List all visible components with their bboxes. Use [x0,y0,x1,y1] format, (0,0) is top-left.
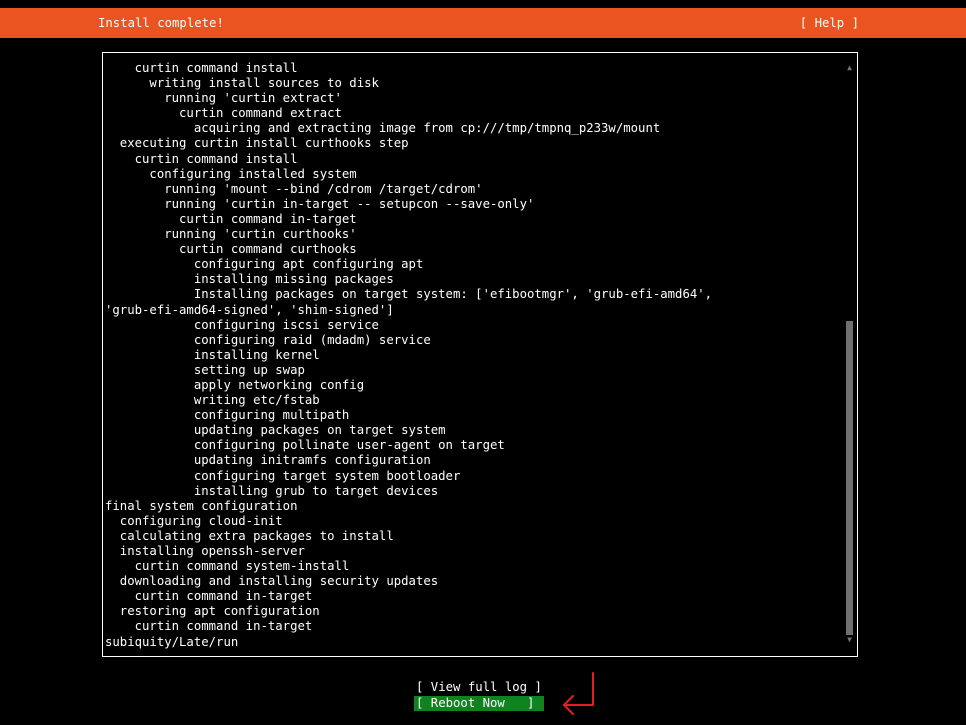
log-line: configuring raid (mdadm) service [105,332,431,347]
log-line: downloading and installing security upda… [105,574,439,589]
log-line: restoring apt configuration [105,604,320,619]
log-line: running 'curtin curthooks' [105,227,357,242]
log-line: curtin command extract [105,106,342,121]
scroll-up-arrow-icon[interactable]: ▲ [845,63,854,72]
log-line: curtin command curthooks [105,242,357,257]
log-line: curtin command in-target [105,211,357,226]
log-line: Installing packages on target system: ['… [105,287,713,302]
log-line: curtin command in-target [105,619,313,634]
log-line: configuring target system bootloader [105,468,461,483]
log-line: apply networking config [105,377,365,392]
help-button[interactable]: [ Help ] [800,15,859,31]
log-line: subiquity/Late/run [105,634,239,649]
log-line: curtin command in-target [105,589,313,604]
reboot-now-button[interactable]: [ Reboot Now ] [414,696,544,711]
install-log-panel[interactable]: curtin command install writing install s… [102,52,858,657]
log-line: configuring cloud-init [105,513,283,528]
log-line: installing missing packages [105,272,394,287]
log-line: executing curtin install curthooks step [105,136,409,151]
scroll-down-arrow-icon[interactable]: ▼ [845,635,854,644]
header-bar: Install complete! [ Help ] [0,8,966,38]
scrollbar[interactable]: ▲ ▼ [845,61,854,644]
page-title: Install complete! [98,16,224,30]
log-line: configuring iscsi service [105,317,379,332]
log-line: curtin command install [105,61,298,75]
log-line: configuring multipath [105,408,350,423]
log-output: curtin command install writing install s… [105,61,841,650]
log-line: updating initramfs configuration [105,453,431,468]
log-line: configuring apt configuring apt [105,257,424,272]
scroll-thumb[interactable] [846,321,853,635]
log-line: running 'curtin extract' [105,91,342,106]
log-line: writing install sources to disk [105,76,379,91]
log-line: installing kernel [105,347,320,362]
log-line: 'grub-efi-amd64-signed', 'shim-signed'] [105,302,394,317]
log-line: configuring installed system [105,166,357,181]
log-line: calculating extra packages to install [105,528,394,543]
log-line: installing grub to target devices [105,483,439,498]
log-line: setting up swap [105,362,305,377]
log-line: curtin command system-install [105,559,350,574]
log-line: running 'curtin in-target -- setupcon --… [105,196,535,211]
log-line: running 'mount --bind /cdrom /target/cdr… [105,181,483,196]
scroll-track[interactable] [845,75,854,635]
return-arrow-icon [563,672,594,715]
view-full-log-button[interactable]: [ View full log ] [416,680,542,695]
log-line: acquiring and extracting image from cp:/… [105,121,661,136]
log-line: configuring pollinate user-agent on targ… [105,438,505,453]
log-line: installing openssh-server [105,544,305,558]
log-line: writing etc/fstab [105,393,320,408]
log-line: final system configuration [105,498,298,513]
log-line: curtin command install [105,151,298,166]
log-line: updating packages on target system [105,423,446,438]
